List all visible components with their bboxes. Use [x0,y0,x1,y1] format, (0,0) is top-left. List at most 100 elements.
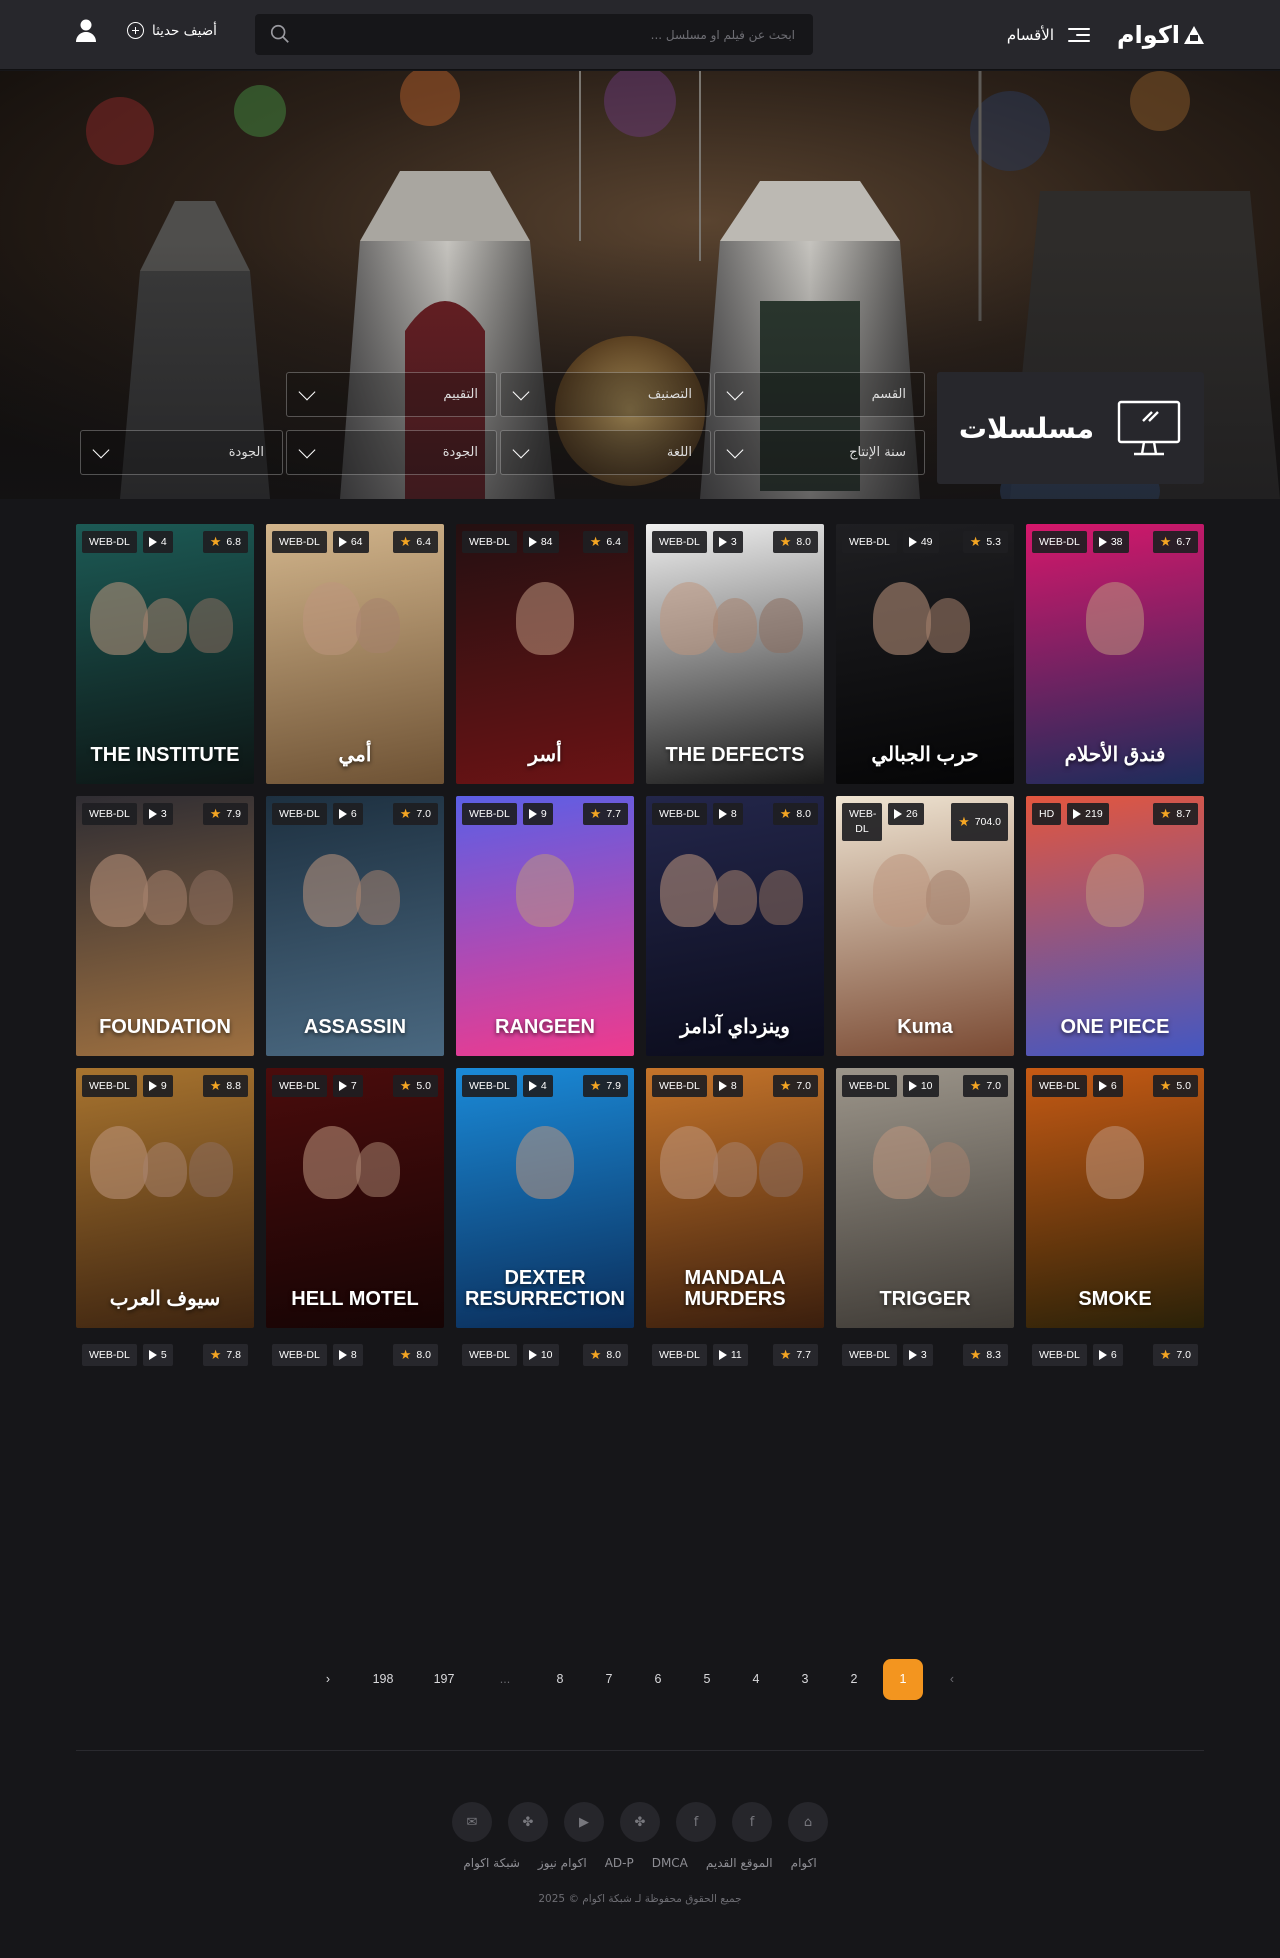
pagination-page-6[interactable]: 6 [638,1659,678,1700]
series-card[interactable]: أسر WEB-DL 84 ★ 6.4 [456,524,634,784]
mail-icon[interactable]: ✉ [452,1802,492,1842]
pagination-page-4[interactable]: 4 [736,1659,776,1700]
series-card[interactable]: Kuma WEB-DL 26 ★ 704.0 [836,796,1014,1056]
episodes-count: 3 [730,536,737,548]
rating-badge: ★ 7.8 [202,1344,248,1366]
series-card[interactable]: SMOKE WEB-DL 6 ★ 5.0 [1026,1068,1204,1328]
rating-value: 6.4 [416,536,431,548]
play-icon [338,1350,347,1360]
facebook-icon[interactable]: f [732,1802,772,1842]
series-card[interactable]: TRIGGER WEB-DL 10 ★ 7.0 [836,1068,1014,1328]
rating-badge: ★ 7.7 [582,803,628,825]
poster-figures [266,836,444,986]
episodes-badge: 9 [522,803,553,825]
series-card-footer[interactable]: WEB-DL 10 ★ 8.0 [456,1344,634,1366]
pagination-page-2[interactable]: 2 [834,1659,874,1700]
series-card-footer[interactable]: WEB-DL 3 ★ 8.3 [836,1344,1014,1366]
pagination-page-1-active[interactable]: 1 [883,1659,923,1700]
poster-figure [90,1126,148,1199]
quality-badge: WEB-DL [1032,1344,1087,1366]
series-card[interactable]: سيوف العرب WEB-DL 9 ★ 8.8 [76,1068,254,1328]
rating-value: 8.0 [606,1349,621,1361]
filter-resolution-dropdown[interactable]: الجودة [80,430,283,475]
youtube-icon[interactable]: ▶ [564,1802,604,1842]
filter-genre-dropdown[interactable]: التصنيف [500,372,711,417]
pagination-page-8[interactable]: 8 [540,1659,580,1700]
search-input[interactable] [307,14,795,55]
episodes-count: 9 [540,808,547,820]
card-badges: WEB-DL 10 ★ 7.0 [842,1075,1008,1097]
series-card[interactable]: HELL MOTEL WEB-DL 7 ★ 5.0 [266,1068,444,1328]
recently-added-link[interactable]: أضيف حديثا [127,22,217,39]
episodes-badge: 38 [1092,531,1129,553]
episodes-count: 6 [1110,1349,1117,1361]
card-badges: WEB-DL 5 ★ 7.8 [76,1344,254,1366]
series-card-footer[interactable]: WEB-DL 11 ★ 7.7 [646,1344,824,1366]
filter-rating-dropdown[interactable]: التقييم [286,372,497,417]
footer-link-old-site[interactable]: الموقع القديم [706,1856,773,1870]
series-card[interactable]: THE DEFECTS WEB-DL 3 ★ 8.0 [646,524,824,784]
rating-badge: ★ 6.7 [1152,531,1198,553]
play-icon [338,809,347,819]
pagination-page-3[interactable]: 3 [785,1659,825,1700]
pagination-next-button[interactable]: › [308,1659,348,1700]
poster-figures [266,564,444,714]
series-card[interactable]: حرب الجبالي WEB-DL 49 ★ 5.3 [836,524,1014,784]
search-icon[interactable] [269,23,291,45]
site-logo[interactable]: اكوام [1117,20,1204,50]
filter-language-dropdown[interactable]: اللغة [500,430,711,475]
pagination-page-197[interactable]: 197 [418,1659,470,1700]
footer-link-akwam[interactable]: اكوام [791,1856,817,1870]
footer-link-news[interactable]: اكوام نيوز [538,1856,587,1870]
series-card[interactable]: DEXTER RESURRECTION WEB-DL 4 ★ 7.9 [456,1068,634,1328]
poster-figures [76,564,254,714]
series-card[interactable]: ASSASSIN WEB-DL 6 ★ 7.0 [266,796,444,1056]
pagination-page-5[interactable]: 5 [687,1659,727,1700]
poster-figure [660,1126,718,1199]
series-card[interactable]: ONE PIECE HD 219 ★ 8.7 [1026,796,1204,1056]
footer-link-dmca[interactable]: DMCA [652,1856,688,1870]
categories-menu-button[interactable]: الأقسام [980,23,1090,47]
series-card[interactable]: MANDALA MURDERS WEB-DL 8 ★ 7.0 [646,1068,824,1328]
series-card[interactable]: فندق الأحلام WEB-DL 38 ★ 6.7 [1026,524,1204,784]
star-icon: ★ [1159,534,1172,549]
star-icon: ★ [589,806,602,821]
poster-title: حرب الجبالي [871,744,979,766]
user-icon[interactable] [75,18,97,42]
poster-figure [516,854,574,927]
series-card[interactable]: وينزداي آدامز WEB-DL 8 ★ 8.0 [646,796,824,1056]
quality-badge: WEB-DL [82,1344,137,1366]
series-card-footer[interactable]: WEB-DL 8 ★ 8.0 [266,1344,444,1366]
episodes-count: 11 [730,1349,742,1361]
episodes-badge: 4 [142,531,173,553]
star-icon: ★ [209,534,222,549]
pagination-page-198[interactable]: 198 [357,1659,409,1700]
star-icon: ★ [209,1347,222,1362]
facebook-icon[interactable]: f [676,1802,716,1842]
series-card[interactable]: FOUNDATION WEB-DL 3 ★ 7.9 [76,796,254,1056]
episodes-count: 8 [730,808,737,820]
series-card[interactable]: أمي WEB-DL 64 ★ 6.4 [266,524,444,784]
pagination-page-7[interactable]: 7 [589,1659,629,1700]
apps-icon[interactable]: ✤ [620,1802,660,1842]
series-card-footer[interactable]: WEB-DL 5 ★ 7.8 [76,1344,254,1366]
series-card[interactable]: THE INSTITUTE WEB-DL 4 ★ 6.8 [76,524,254,784]
home-icon[interactable]: ⌂ [788,1802,828,1842]
poster-figure [873,582,931,655]
episodes-count: 3 [920,1349,927,1361]
footer-link-adp[interactable]: AD-P [605,1856,634,1870]
rating-badge: ★ 7.0 [1152,1344,1198,1366]
pagination-prev-button[interactable]: ‹ [932,1659,972,1700]
filter-year-dropdown[interactable]: سنة الإنتاج [714,430,925,475]
poster-figure [926,870,970,925]
quality-badge: HD [1032,803,1062,825]
series-card[interactable]: RANGEEN WEB-DL 9 ★ 7.7 [456,796,634,1056]
poster-image: حرب الجبالي [836,524,1014,784]
series-card-footer[interactable]: WEB-DL 6 ★ 7.0 [1026,1344,1204,1366]
filter-quality-dropdown[interactable]: الجودة [286,430,497,475]
footer-link-network[interactable]: شبكة اكوام [463,1856,520,1870]
star-icon: ★ [969,1078,982,1093]
filter-category-dropdown[interactable]: القسم [714,372,925,417]
apps-icon[interactable]: ✤ [508,1802,548,1842]
poster-title: RANGEEN [494,1016,595,1038]
